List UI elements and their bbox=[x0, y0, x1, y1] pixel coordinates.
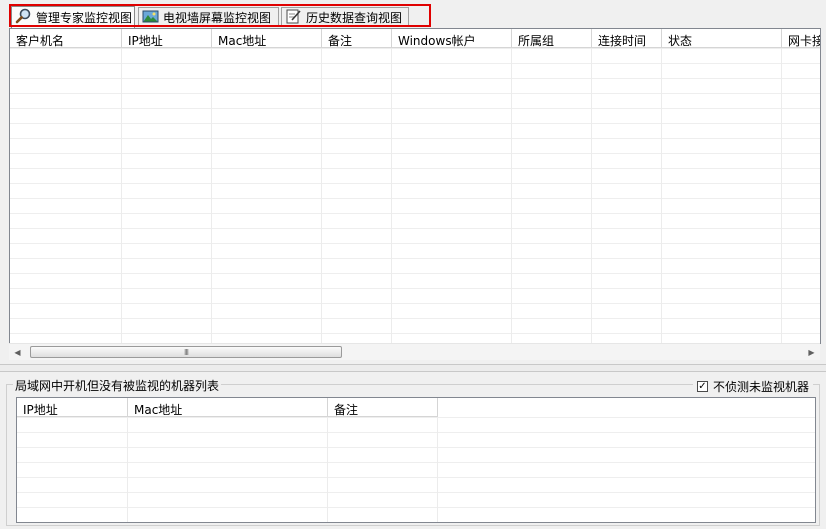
tab-expert-monitor-view[interactable]: 管理专家监控视图 bbox=[11, 6, 135, 28]
tab-label: 历史数据查询视图 bbox=[306, 11, 403, 25]
panel-splitter[interactable] bbox=[0, 364, 826, 372]
column-header-group[interactable]: 所属组 bbox=[512, 29, 592, 48]
scrollbar-thumb[interactable]: III bbox=[30, 346, 342, 358]
checkbox-label: 不侦测未监视机器 bbox=[713, 380, 810, 394]
skip-detect-checkbox[interactable]: ✓ 不侦测未监视机器 bbox=[693, 378, 814, 395]
view-tab-bar: 管理专家监控视图 电视墙屏幕监控视图 历史数据查询视图 bbox=[0, 0, 826, 28]
column-header-mac[interactable]: Mac地址 bbox=[128, 398, 328, 417]
column-header-ip[interactable]: IP地址 bbox=[122, 29, 212, 48]
group-title: 局域网中开机但没有被监视的机器列表 bbox=[13, 377, 222, 394]
unmonitored-list-view[interactable]: IP地址 Mac地址 备注 bbox=[16, 397, 816, 523]
unmonitored-grid bbox=[17, 417, 815, 522]
column-header-note[interactable]: 备注 bbox=[322, 29, 392, 48]
column-header-note[interactable]: 备注 bbox=[328, 398, 438, 417]
check-icon: ✓ bbox=[698, 380, 707, 392]
unmonitored-table-header: IP地址 Mac地址 备注 bbox=[17, 398, 438, 417]
edit-document-icon bbox=[285, 8, 302, 27]
tab-history-query-view[interactable]: 历史数据查询视图 bbox=[281, 7, 409, 27]
scroll-left-icon[interactable]: ◀ bbox=[9, 344, 26, 360]
tab-label: 电视墙屏幕监控视图 bbox=[163, 11, 272, 25]
column-header-windows-account[interactable]: Windows帐户 bbox=[392, 29, 512, 48]
column-header-ip[interactable]: IP地址 bbox=[17, 398, 128, 417]
tab-label: 管理专家监控视图 bbox=[36, 11, 133, 25]
scroll-right-icon[interactable]: ▶ bbox=[803, 344, 820, 360]
horizontal-scrollbar[interactable]: ◀ III ▶ bbox=[9, 343, 820, 360]
picture-icon bbox=[142, 9, 159, 27]
column-header-client-name[interactable]: 客户机名 bbox=[10, 29, 122, 48]
clients-grid bbox=[10, 48, 820, 343]
tab-tv-wall-view[interactable]: 电视墙屏幕监控视图 bbox=[138, 7, 279, 27]
column-header-nic[interactable]: 网卡接 bbox=[782, 29, 820, 48]
magnifier-icon bbox=[15, 8, 32, 27]
column-header-status[interactable]: 状态 bbox=[662, 29, 782, 48]
column-header-mac[interactable]: Mac地址 bbox=[212, 29, 322, 48]
scrollbar-grip: III bbox=[183, 347, 189, 357]
clients-list-view[interactable]: 客户机名 IP地址 Mac地址 备注 Windows帐户 所属组 连接时间 状态… bbox=[9, 28, 821, 344]
clients-table-header: 客户机名 IP地址 Mac地址 备注 Windows帐户 所属组 连接时间 状态… bbox=[10, 29, 820, 48]
checkbox-box[interactable]: ✓ bbox=[697, 381, 708, 392]
column-header-connect-time[interactable]: 连接时间 bbox=[592, 29, 662, 48]
